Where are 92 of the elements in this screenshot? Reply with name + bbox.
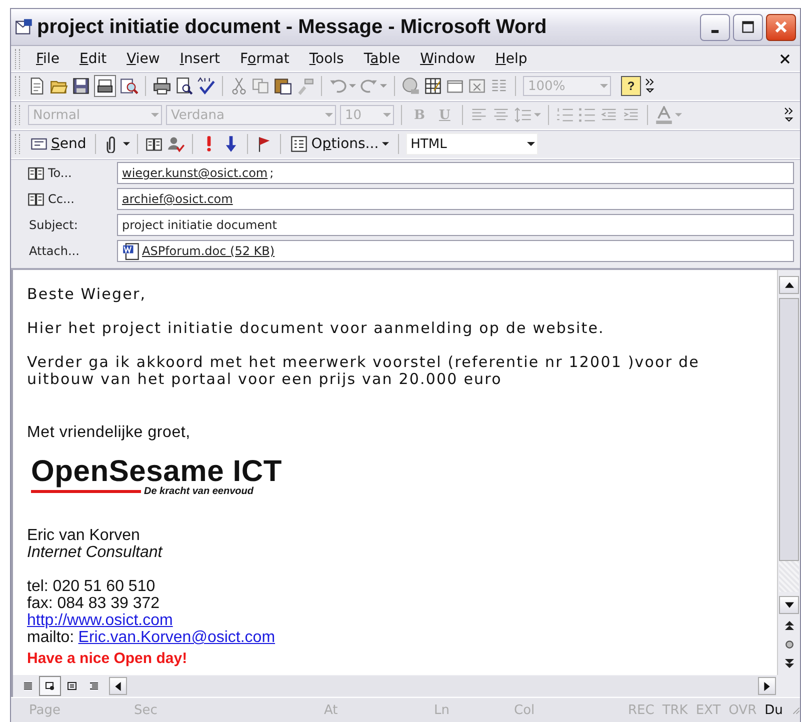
scissors-icon[interactable] <box>230 77 248 95</box>
view-icon <box>45 681 55 691</box>
email-link[interactable]: Eric.van.Korven@osict.com <box>78 629 276 646</box>
minimize-icon <box>711 30 719 32</box>
status-field: Col <box>514 702 624 718</box>
up-arrow-icon <box>784 282 794 288</box>
address-button[interactable]: To... <box>15 164 111 182</box>
message-format-combo[interactable]: HTML <box>406 133 538 155</box>
maximize-icon <box>741 20 755 34</box>
view-icon <box>23 681 33 691</box>
list-icon <box>290 135 308 153</box>
help-button[interactable]: ? <box>621 76 641 96</box>
toolbar-options-icon[interactable] <box>645 78 655 94</box>
menu-item[interactable]: Help <box>487 50 536 66</box>
printer-icon[interactable] <box>153 77 171 95</box>
body-paragraph: Verder ga ik akkoord met het meerwerk voorstel (referentie nr 12001 )voor de uitbouw van het portaal voor een prijs van 20.000 euro <box>27 354 700 388</box>
scroll-right-button[interactable] <box>758 677 776 695</box>
menu-item[interactable]: View <box>118 50 168 66</box>
contact-line: tel: 020 51 60 510 <box>27 578 156 595</box>
menu-item[interactable]: Insert <box>172 50 228 66</box>
close-button[interactable] <box>766 14 796 40</box>
status-field: Page <box>29 702 134 718</box>
status-field: At <box>324 702 434 718</box>
mailto-label: mailto: <box>27 629 74 646</box>
window-title: project initiatie document - Message - Microsoft Word <box>37 16 548 38</box>
field-label: Attach... <box>28 244 80 258</box>
web-view-button[interactable] <box>39 676 61 696</box>
vertical-scrollbar[interactable] <box>777 270 800 675</box>
separator-text: ; <box>270 166 274 180</box>
right-arrow-icon <box>764 682 770 690</box>
menu-item[interactable]: Edit <box>71 50 115 66</box>
job-title: Internet Consultant <box>27 544 162 561</box>
view-icon <box>89 681 99 691</box>
caret-icon[interactable] <box>123 142 130 146</box>
motto-text: Have a nice Open day! <box>27 650 188 667</box>
menu-item[interactable]: Tools <box>301 50 352 66</box>
greeting-text: Beste Wieger, <box>27 286 148 303</box>
view-icon <box>67 681 77 691</box>
spreadsheet-icon[interactable] <box>468 77 486 95</box>
menu-item[interactable]: Window <box>412 50 484 66</box>
scroll-thumb[interactable] <box>779 298 799 561</box>
address-field[interactable]: wieger.kunst@osict.com ; <box>117 162 794 184</box>
check-names-icon[interactable] <box>167 135 186 153</box>
printer-envelope-icon[interactable] <box>94 75 116 97</box>
scroll-up-button[interactable] <box>779 276 799 294</box>
font-color-icon[interactable] <box>655 106 674 124</box>
body-paragraph: Hier het project initiatie document voor aanmelding op de website. <box>27 320 606 337</box>
sender-name: Eric van Korven <box>27 527 140 544</box>
new-page-icon[interactable] <box>28 77 46 95</box>
table-icon[interactable] <box>424 77 442 95</box>
spelling-check-icon[interactable] <box>197 77 215 95</box>
website-link[interactable]: http://www.osict.com <box>27 612 173 629</box>
address-field[interactable]: archief@osict.com <box>117 188 794 210</box>
minimize-button[interactable] <box>700 14 730 40</box>
horizontal-scrollbar[interactable] <box>109 676 776 696</box>
scroll-left-button[interactable] <box>109 677 127 695</box>
next-page-icon[interactable] <box>784 659 794 668</box>
status-field: Ln <box>434 702 514 718</box>
toolbar-options-icon[interactable] <box>784 107 794 123</box>
print-preview-icon[interactable] <box>175 77 193 95</box>
recipient-link[interactable]: wieger.kunst@osict.com <box>122 166 268 180</box>
left-arrow-icon <box>115 682 121 690</box>
attachment-field[interactable]: ASPforum.doc (52 KB) <box>117 240 794 262</box>
send-button[interactable]: Send <box>28 135 88 153</box>
clipboard-icon[interactable] <box>274 77 292 95</box>
caret-icon <box>382 142 389 146</box>
close-icon[interactable] <box>780 54 790 64</box>
status-field: Sec <box>134 702 324 718</box>
maximize-button[interactable] <box>733 14 763 40</box>
down-arrow-icon <box>784 602 794 608</box>
word-document-icon <box>122 242 140 260</box>
browse-object-icon[interactable] <box>784 640 794 649</box>
address-button[interactable]: Cc... <box>15 190 111 208</box>
field-label: Subject: <box>28 218 79 232</box>
closing-text: Met vriendelijke groet, <box>27 424 192 441</box>
subject-field[interactable]: project initiatie document <box>117 214 794 236</box>
contact-line: fax: 084 83 39 372 <box>27 595 160 612</box>
recipient-link[interactable]: archief@osict.com <box>122 192 233 206</box>
magnifier-icon[interactable] <box>120 77 138 95</box>
previous-page-icon[interactable] <box>784 621 794 630</box>
close-icon <box>774 20 788 34</box>
menu-item[interactable]: File <box>28 50 68 66</box>
scroll-down-button[interactable] <box>779 596 799 614</box>
menu-item[interactable]: Format <box>232 50 298 66</box>
dropdown-arrow-icon[interactable] <box>526 142 535 146</box>
envelope-document-icon <box>15 18 33 36</box>
logo-tagline: De kracht van eenvoud <box>144 486 254 497</box>
attachment-link[interactable]: ASPforum.doc (52 KB) <box>142 244 275 258</box>
logo-wordmark: OpenSesame ICT <box>31 458 282 486</box>
status-indicator[interactable]: Du <box>760 702 787 718</box>
menu-item[interactable]: Table <box>356 50 408 66</box>
options-button[interactable]: Options... <box>288 135 391 153</box>
